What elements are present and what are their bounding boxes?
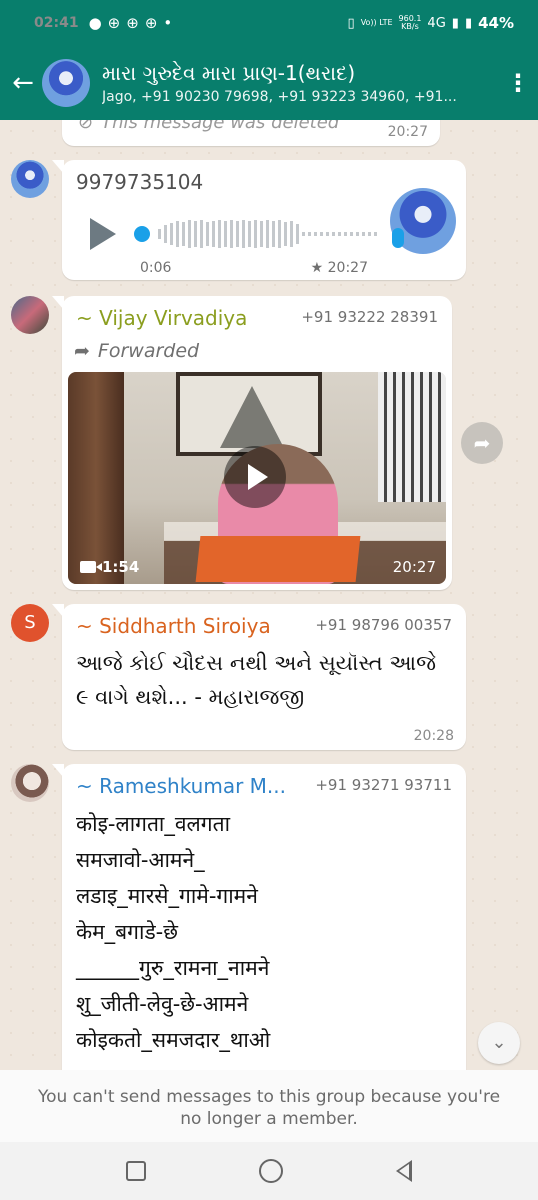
battery-percent: 44% (478, 14, 514, 32)
message-list[interactable]: ⊘ This message was deleted 20:27 9979735… (0, 120, 538, 1070)
dot-icon: • (163, 14, 173, 32)
battery-icon: ▮ (464, 15, 473, 31)
share-forward-icon[interactable]: ➦ (461, 422, 503, 464)
message-time: 20:27 (392, 558, 436, 576)
sender-avatar[interactable] (11, 764, 49, 802)
message-body: આજે કોઈ ચૌદસ નથી અને સૂયૉસ્ત આજે ૯ વાગે … (76, 651, 436, 709)
deleted-message[interactable]: ⊘ This message was deleted 20:27 (62, 120, 440, 146)
star-icon: ★ (310, 260, 324, 276)
network-speed: 960.1 KB/s (398, 14, 422, 31)
system-nav-bar (0, 1142, 538, 1200)
video-duration: 1:54 (80, 558, 139, 576)
sender-phone: +91 93222 28391 (301, 308, 438, 326)
vibrate-icon: ▯ (347, 15, 355, 31)
message-line: समजावो-आमने_ (76, 848, 205, 872)
group-info[interactable]: મારા ગુરુદેવ મારા પ્રાણ-1(થરાદ) Jago, +9… (102, 61, 498, 105)
sender-name[interactable]: ~ Vijay Virvadiya (76, 306, 247, 330)
group-avatar[interactable] (42, 59, 90, 107)
message-time: 20:27 (387, 124, 428, 140)
network-type: 4G (427, 15, 446, 31)
voice-message[interactable]: 9979735104 0:06 ★ 20:27 (52, 160, 466, 280)
blocked-icon: ⊘ (78, 120, 94, 133)
notification-icons: ● ⊕ ⊕ ⊕ • (89, 14, 173, 32)
message-line: लडाइ_मारसे_गामे-गामने (76, 884, 258, 908)
play-video-icon[interactable] (224, 446, 286, 508)
sender-name[interactable]: 9979735104 (76, 170, 203, 194)
more-vert-icon[interactable]: ⋮ (498, 69, 538, 97)
back-arrow-icon[interactable]: ← (4, 68, 42, 98)
sender-avatar[interactable] (11, 296, 49, 334)
sender-name[interactable]: ~ Rameshkumar M... (76, 774, 286, 798)
chat-bubble-icon: ● (88, 14, 102, 32)
video-message[interactable]: ~ Vijay Virvadiya +91 93222 28391 ➦ Forw… (52, 296, 452, 590)
message-line: ______गुरु_रामना_नामने (76, 956, 270, 980)
message-line: शु_जीती-लेवु-छे-आमने (76, 992, 249, 1016)
scroll-to-bottom-button[interactable]: ⌄ (478, 1022, 520, 1064)
back-icon[interactable] (395, 1160, 412, 1182)
message-time: ★ 20:27 (310, 260, 368, 276)
text-message[interactable]: ~ Siddharth Siroiya +91 98796 00357 આજે … (52, 604, 466, 750)
status-bar: 02:41 ● ⊕ ⊕ ⊕ • ▯ Vo)) LTE 960.1 KB/s 4G… (0, 0, 538, 46)
video-thumbnail[interactable]: 1:54 20:27 (68, 372, 446, 584)
game-icon: ⊕ (107, 14, 121, 32)
group-members: Jago, +91 90230 79698, +91 93223 34960, … (102, 89, 457, 105)
seek-handle[interactable] (134, 226, 150, 242)
sender-phone: +91 98796 00357 (315, 616, 452, 634)
deleted-message-text: This message was deleted (101, 120, 340, 133)
double-chevron-down-icon: ⌄ (491, 1032, 507, 1053)
message-body: कोइ-लागता_वलगता समजावो-आमने_ लडाइ_मारसे_… (76, 806, 270, 1058)
waveform[interactable] (158, 218, 388, 250)
voice-duration: 0:06 (140, 260, 172, 276)
game-icon: ⊕ (126, 14, 139, 32)
video-camera-icon (80, 561, 96, 573)
volte-indicator: Vo)) LTE (360, 18, 393, 27)
home-icon[interactable] (258, 1159, 283, 1183)
game-icon: ⊕ (144, 14, 158, 32)
forwarded-label: ➦ Forwarded (74, 340, 200, 362)
temple-picture (176, 372, 322, 456)
signal-icon: ▮ (451, 15, 459, 31)
not-member-notice: You can't send messages to this group be… (0, 1070, 538, 1142)
message-line: कोइकतो_समजदार_थाओ (76, 1028, 271, 1052)
play-icon[interactable] (90, 218, 116, 250)
sender-avatar[interactable]: S (11, 604, 49, 642)
clock: 02:41 (34, 15, 79, 31)
message-time: 20:28 (413, 728, 454, 744)
group-name: મારા ગુરુદેવ મારા પ્રાણ-1(થરાદ) (102, 61, 356, 85)
forward-arrow-icon: ➦ (74, 340, 90, 362)
recents-icon[interactable] (126, 1161, 147, 1181)
message-line: केम_बगाडे-छे (76, 920, 178, 944)
mic-icon (392, 228, 404, 248)
text-message[interactable]: ~ Rameshkumar M... +91 93271 93711 कोइ-ल… (52, 764, 466, 1070)
sender-phone: +91 93271 93711 (315, 776, 452, 794)
sender-avatar[interactable] (11, 160, 49, 198)
message-line: कोइ-लागता_वलगता (76, 812, 231, 836)
sender-name[interactable]: ~ Siddharth Siroiya (76, 614, 271, 638)
chat-header: ← મારા ગુરુદેવ મારા પ્રાણ-1(થરાદ) Jago, … (0, 46, 538, 120)
